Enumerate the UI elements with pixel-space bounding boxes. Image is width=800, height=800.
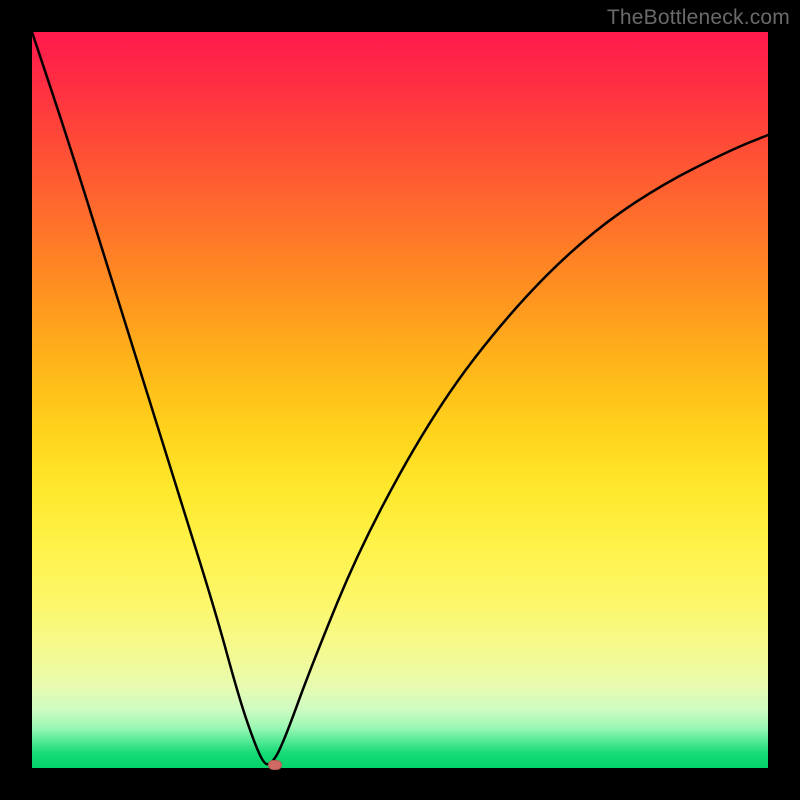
- plot-area: [32, 32, 768, 768]
- optimum-marker: [268, 760, 282, 770]
- bottleneck-curve: [32, 32, 768, 768]
- chart-frame: TheBottleneck.com: [0, 0, 800, 800]
- watermark-text: TheBottleneck.com: [607, 6, 790, 30]
